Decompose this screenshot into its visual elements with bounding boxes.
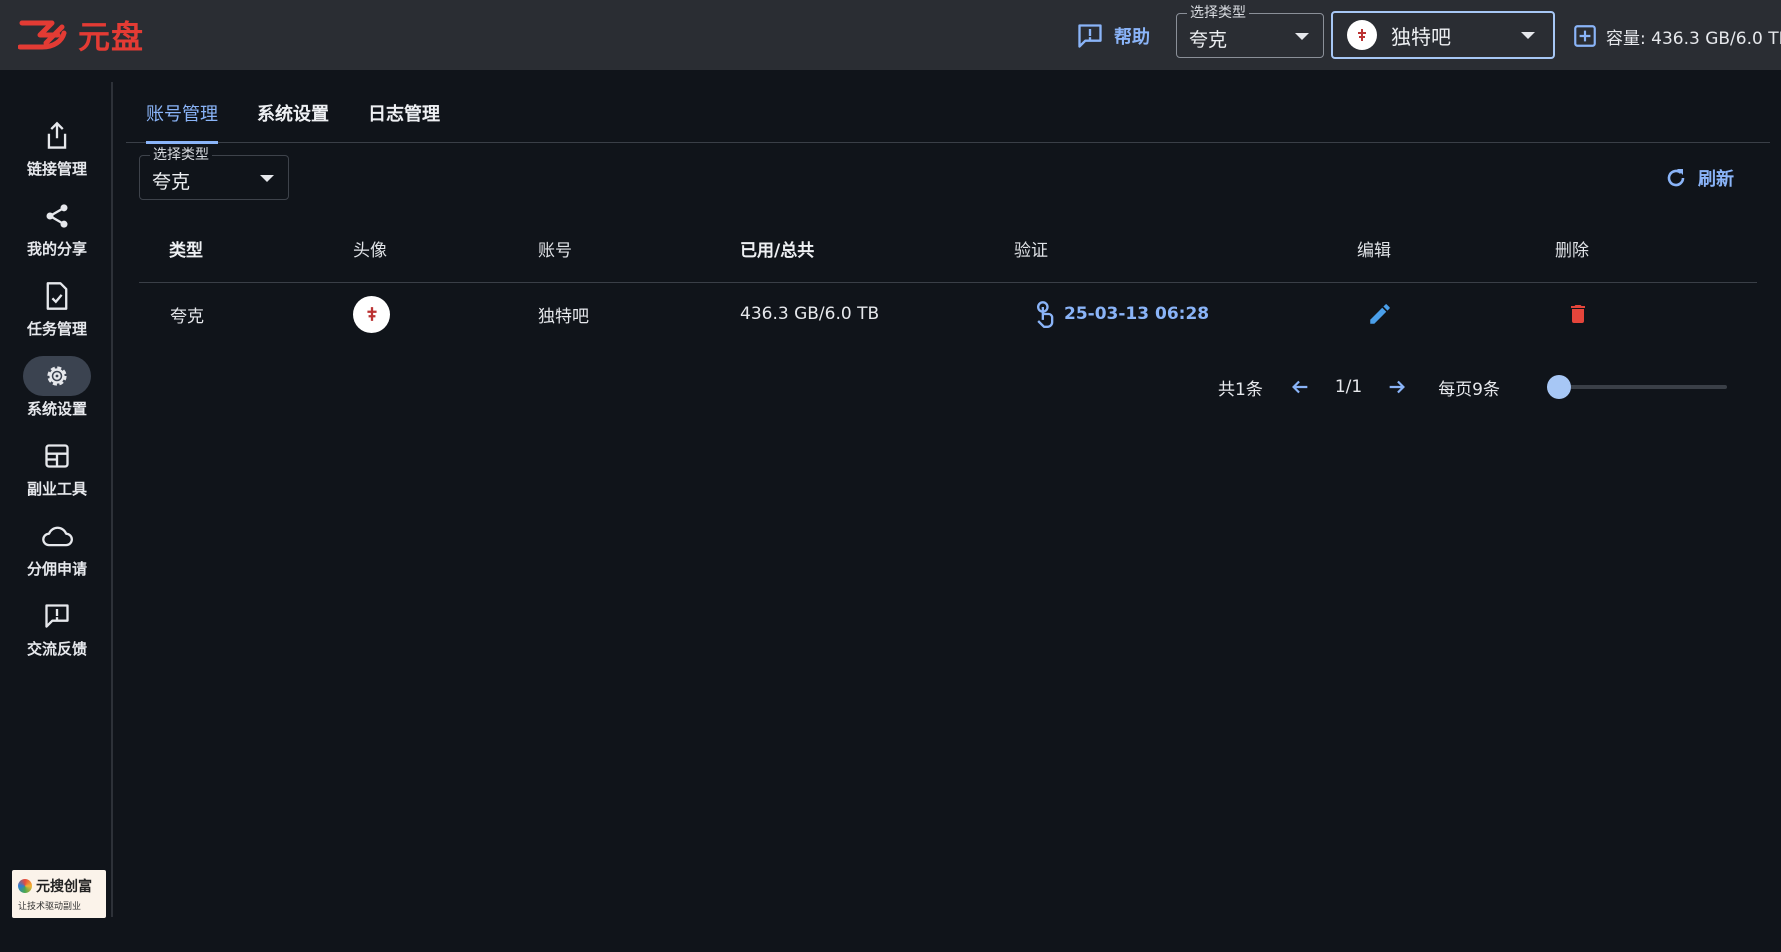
sidebar-item-tasks[interactable]: 任务管理 [20, 276, 94, 344]
header-delete: 删除 [1555, 241, 1589, 261]
per-page-label: 每页9条 [1438, 379, 1501, 400]
next-page-button[interactable] [1386, 376, 1408, 398]
capacity-indicator[interactable]: 容量: 436.3 GB/6.0 TB [1572, 20, 1781, 52]
dashboard-icon [45, 444, 69, 468]
type-select-value: 夸克 [1189, 29, 1228, 51]
page-indicator: 1/1 [1334, 377, 1363, 397]
arrow-left-icon [1291, 380, 1308, 394]
edit-button[interactable] [1367, 283, 1393, 345]
cell-account: 独特吧 [538, 306, 589, 327]
task-file-icon [46, 282, 68, 310]
sidebar-item-label: 链接管理 [26, 160, 87, 178]
type-select-header[interactable]: 选择类型 夸克 [1176, 4, 1324, 58]
table-row: 夸克 独特吧 436.3 GB/6.0 TB 25-03-13 06:28 [139, 283, 1757, 345]
pencil-icon [1370, 304, 1390, 324]
brand-subtitle: 让技术驱动副业 [18, 902, 82, 912]
brand-title: 元搜创富 [18, 876, 100, 896]
header-type: 类型 [169, 241, 203, 261]
touch-icon [1037, 301, 1054, 328]
help-button[interactable]: 帮助 [1076, 20, 1150, 52]
slider-track [1547, 385, 1727, 389]
sidebar-item-side-tools[interactable]: 副业工具 [20, 436, 94, 504]
account-select-value: 独特吧 [1391, 24, 1451, 49]
type-filter-value: 夸克 [152, 171, 191, 193]
sidebar-item-label: 我的分享 [26, 240, 87, 258]
top-bar: 元盘 帮助 选择类型 夸克 独特吧 容量: 436.3 GB/6.0 TB [0, 0, 1781, 70]
table-header: 类型 头像 账号 已用/总共 验证 编辑 删除 [139, 222, 1757, 283]
slider-thumb[interactable] [1547, 375, 1571, 399]
tab-account-management[interactable]: 账号管理 [146, 100, 218, 144]
avatar-logo-icon [366, 307, 377, 321]
sidebar-item-links[interactable]: 链接管理 [20, 116, 94, 184]
refresh-icon [1667, 169, 1685, 187]
pagination: 共1条 1/1 每页9条 [1218, 370, 1500, 404]
tab-log-management[interactable]: 日志管理 [368, 100, 440, 143]
refresh-button[interactable]: 刷新 [1664, 162, 1734, 194]
refresh-label: 刷新 [1698, 169, 1734, 190]
sidebar-item-my-share[interactable]: 我的分享 [20, 196, 94, 264]
trash-icon [1571, 305, 1585, 323]
app-logo[interactable]: 元盘 [18, 14, 144, 56]
header-avatar: 头像 [353, 241, 387, 261]
accounts-table: 类型 头像 账号 已用/总共 验证 编辑 删除 夸克 独特吧 436.3 GB/… [139, 222, 1757, 345]
header-usage: 已用/总共 [740, 241, 815, 261]
chevron-down-icon [260, 174, 274, 182]
add-box-icon [1574, 25, 1596, 47]
sidebar-item-commission[interactable]: 分佣申请 [20, 516, 94, 584]
type-filter-legend: 选择类型 [150, 146, 212, 164]
sidebar-item-label: 任务管理 [26, 320, 87, 338]
help-label: 帮助 [1114, 27, 1150, 48]
brand-logo-icon [18, 879, 32, 893]
sidebar-item-label: 交流反馈 [26, 640, 87, 658]
cell-type: 夸克 [170, 306, 204, 327]
arrow-right-icon [1389, 380, 1406, 394]
logo-mark-icon [18, 20, 67, 50]
type-select-legend: 选择类型 [1187, 4, 1249, 22]
prev-page-button[interactable] [1289, 376, 1311, 398]
brand-card[interactable]: 元搜创富 让技术驱动副业 [12, 870, 106, 918]
per-page-slider[interactable] [1547, 375, 1727, 399]
chevron-down-icon [1521, 32, 1535, 39]
account-avatar [353, 295, 390, 333]
tab-bar: 账号管理 系统设置 日志管理 [126, 88, 1770, 144]
share-icon [46, 204, 68, 228]
sidebar-item-label: 系统设置 [26, 400, 87, 418]
account-avatar [1347, 20, 1377, 50]
cloud-icon [42, 526, 73, 547]
account-select[interactable]: 独特吧 [1331, 11, 1555, 59]
header-account: 账号 [538, 241, 572, 261]
verify-time: 25-03-13 06:28 [1064, 304, 1210, 324]
sidebar-item-label: 分佣申请 [26, 560, 87, 578]
sidebar-item-feedback[interactable]: 交流反馈 [20, 596, 94, 664]
header-verify: 验证 [1014, 241, 1048, 261]
tab-system-settings[interactable]: 系统设置 [257, 100, 329, 143]
sidebar-item-label: 副业工具 [26, 480, 87, 498]
feedback-icon [45, 604, 69, 628]
type-filter-select[interactable]: 选择类型 夸克 [139, 146, 289, 200]
upload-share-icon [47, 121, 67, 149]
gear-icon [47, 366, 67, 386]
chevron-down-icon [1295, 32, 1309, 40]
logo-text: 元盘 [78, 18, 145, 56]
sidebar: 链接管理 我的分享 任务管理 系统设置 副业工具 分佣申请 交流反馈 [0, 82, 113, 917]
capacity-text: 容量: 436.3 GB/6.0 TB [1606, 28, 1781, 49]
help-icon [1078, 24, 1102, 48]
delete-button[interactable] [1566, 283, 1590, 345]
verify-button[interactable]: 25-03-13 06:28 [1032, 283, 1209, 345]
avatar-logo-icon [1358, 29, 1366, 41]
brand-title-text: 元搜创富 [36, 879, 92, 895]
cell-avatar [353, 283, 390, 345]
header-edit: 编辑 [1357, 241, 1391, 261]
cell-usage: 436.3 GB/6.0 TB [740, 304, 880, 324]
total-count: 共1条 [1218, 379, 1263, 400]
sidebar-item-settings[interactable]: 系统设置 [20, 356, 94, 424]
